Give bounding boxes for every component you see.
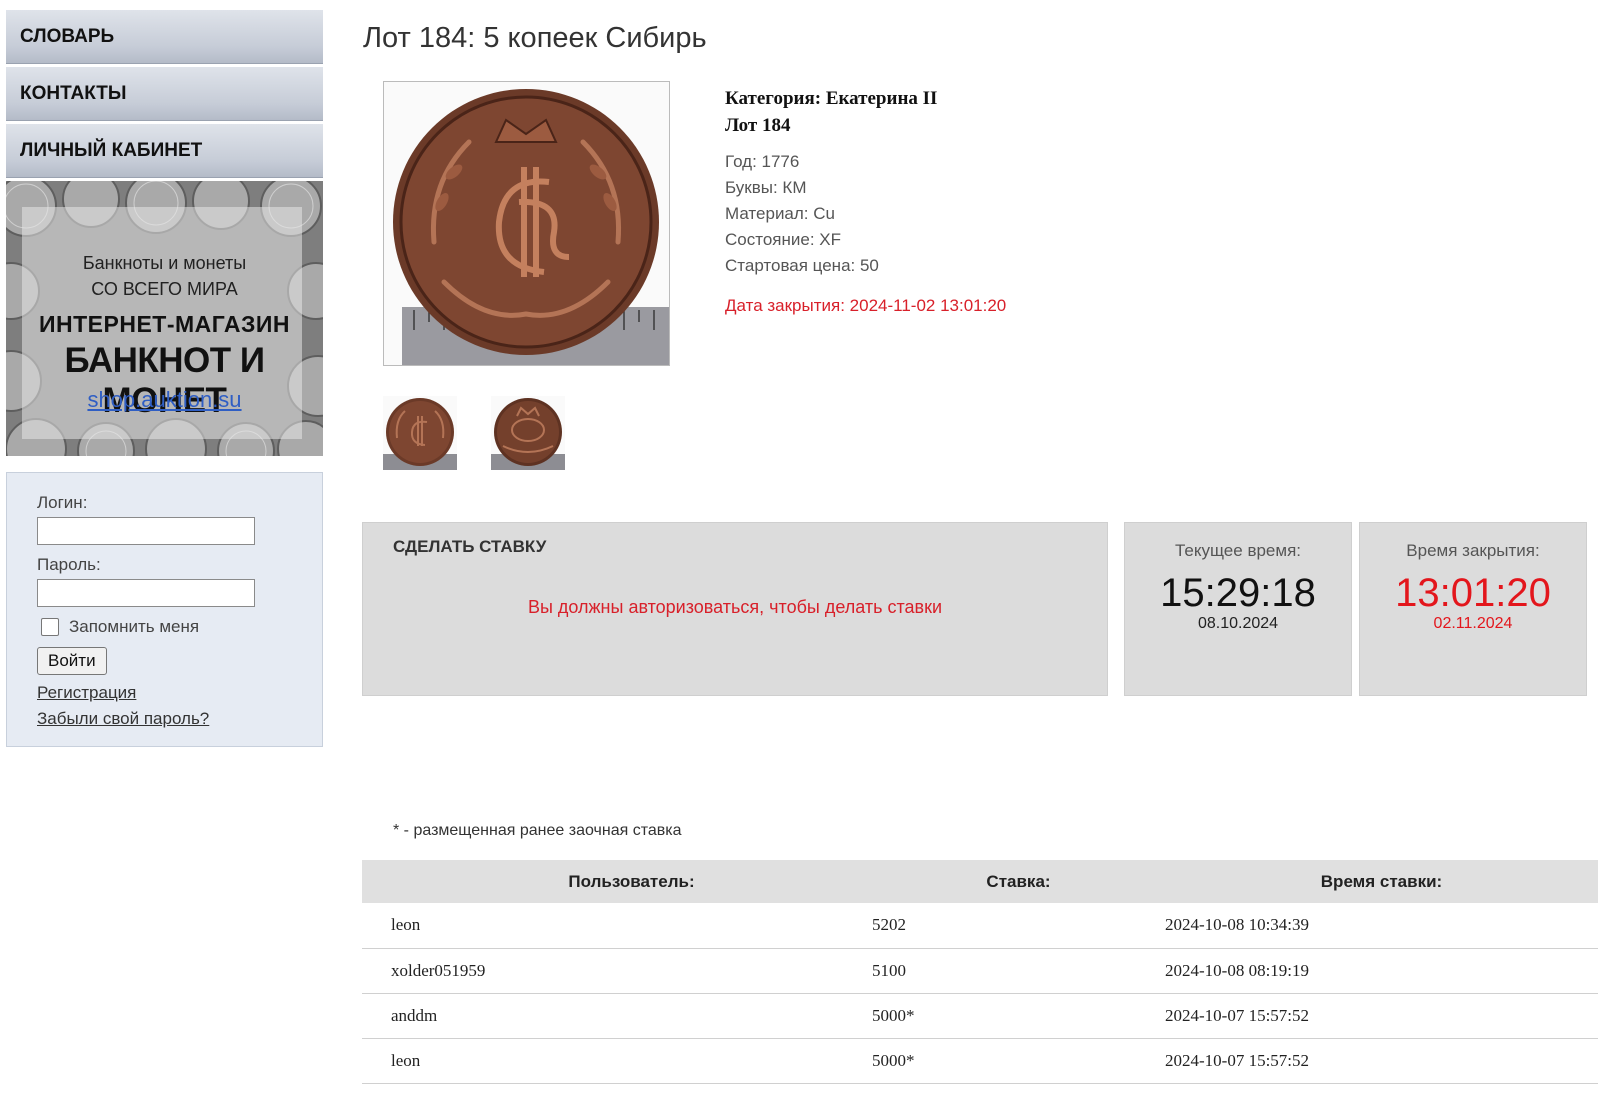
lot-details: Категория: Екатерина II Лот 184 Год: 177… [725, 85, 1006, 319]
bid-login-required-message: Вы должны авторизоваться, чтобы делать с… [527, 597, 943, 617]
absentee-bid-note: * - размещенная ранее заочная ставка [393, 822, 682, 839]
coin-image [384, 82, 669, 365]
lot-number: Лот 184 [725, 115, 791, 136]
login-label: Логин: [37, 493, 88, 512]
remember-me-label: Запомнить меня [69, 617, 200, 636]
bid-panel: СДЕЛАТЬ СТАВКУ Вы должны авторизоваться,… [362, 522, 1108, 696]
table-row: xolder051959 5100 2024-10-08 08:19:19 [362, 948, 1598, 994]
table-row: anddm 5000* 2024-10-07 15:57:52 [362, 993, 1598, 1039]
bid-time: 2024-10-08 08:19:19 [1165, 948, 1598, 994]
shop-banner[interactable]: Банкноты и монеты СО ВСЕГО МИРА ИНТЕРНЕТ… [6, 181, 323, 456]
remember-me-row: Запомнить меня [41, 617, 322, 637]
table-row: leon 5202 2024-10-08 10:34:39 [362, 903, 1598, 949]
coin-thumbnail-reverse[interactable] [491, 396, 565, 470]
bid-user: leon [362, 1038, 872, 1084]
table-row: leon 5000* 2024-10-07 15:57:52 [362, 1038, 1598, 1084]
nav-item-dictionary[interactable]: СЛОВАРЬ [6, 10, 323, 64]
lot-letters: Буквы: КМ [725, 178, 807, 197]
bid-time: 2024-10-07 15:57:52 [1165, 993, 1598, 1039]
bid-time: 2024-10-08 10:34:39 [1165, 903, 1598, 949]
nav-item-contacts[interactable]: КОНТАКТЫ [6, 67, 323, 121]
lot-material: Материал: Cu [725, 204, 835, 223]
bid-amount: 5100 [872, 948, 1165, 994]
coin-main-photo[interactable] [383, 81, 670, 366]
banner-subtitle: Банкноты и монеты [82, 253, 247, 273]
current-time-value: 15:29:18 [1160, 571, 1316, 615]
lot-year: Год: 1776 [725, 152, 800, 171]
bid-panel-title: СДЕЛАТЬ СТАВКУ [393, 537, 547, 556]
close-time-panel: Время закрытия: 13:01:20 02.11.2024 [1359, 522, 1587, 696]
coin-thumbnail-image [491, 396, 565, 470]
current-time-panel: Текущее время: 15:29:18 08.10.2024 [1124, 522, 1352, 696]
login-input[interactable] [37, 517, 255, 545]
bid-time: 2024-10-07 15:57:52 [1165, 1038, 1598, 1084]
current-time-label: Текущее время: [1175, 541, 1301, 560]
login-form: Логин: Пароль: Запомнить меня Войти Реги… [6, 472, 323, 747]
password-input[interactable] [37, 579, 255, 607]
close-time-label: Время закрытия: [1406, 541, 1540, 560]
bids-table: Пользователь: Ставка: Время ставки: leon… [362, 860, 1598, 1084]
page-title: Лот 184: 5 копеек Сибирь [363, 22, 707, 54]
login-button[interactable]: Войти [37, 647, 107, 675]
banner-title: ИНТЕРНЕТ-МАГАЗИН [38, 311, 291, 337]
bid-user: leon [362, 903, 872, 949]
remember-me-checkbox[interactable] [41, 618, 59, 636]
register-link[interactable]: Регистрация [37, 683, 322, 703]
banner-shop-link[interactable]: shop.auktion.su [6, 387, 323, 413]
close-time-value: 13:01:20 [1395, 571, 1551, 615]
banner-subtitle-2: СО ВСЕГО МИРА [91, 279, 238, 299]
bid-user: anddm [362, 993, 872, 1039]
column-header-time: Время ставки: [1165, 860, 1598, 903]
close-date-value: 02.11.2024 [1433, 615, 1513, 632]
sidebar: СЛОВАРЬ КОНТАКТЫ ЛИЧНЫЙ КАБИНЕТ Банкноты… [6, 10, 323, 747]
lot-category: Категория: Екатерина II [725, 88, 938, 109]
column-header-bid: Ставка: [872, 860, 1165, 903]
nav-item-personal-cabinet[interactable]: ЛИЧНЫЙ КАБИНЕТ [6, 124, 323, 178]
password-label: Пароль: [37, 555, 101, 574]
column-header-user: Пользователь: [362, 860, 872, 903]
coin-thumbnail-obverse[interactable] [383, 396, 457, 470]
forgot-password-link[interactable]: Забыли свой пароль? [37, 709, 322, 729]
lot-start-price: Стартовая цена: 50 [725, 256, 879, 275]
bid-amount: 5000* [872, 993, 1165, 1039]
bid-user: xolder051959 [362, 948, 872, 994]
current-date-value: 08.10.2024 [1197, 615, 1279, 632]
lot-close-date: Дата закрытия: 2024-11-02 13:01:20 [725, 296, 1007, 315]
coin-thumbnail-image [383, 396, 457, 470]
lot-condition: Состояние: XF [725, 230, 841, 249]
bids-table-header: Пользователь: Ставка: Время ставки: [362, 860, 1598, 903]
bid-amount: 5000* [872, 1038, 1165, 1084]
bid-amount: 5202 [872, 903, 1165, 949]
